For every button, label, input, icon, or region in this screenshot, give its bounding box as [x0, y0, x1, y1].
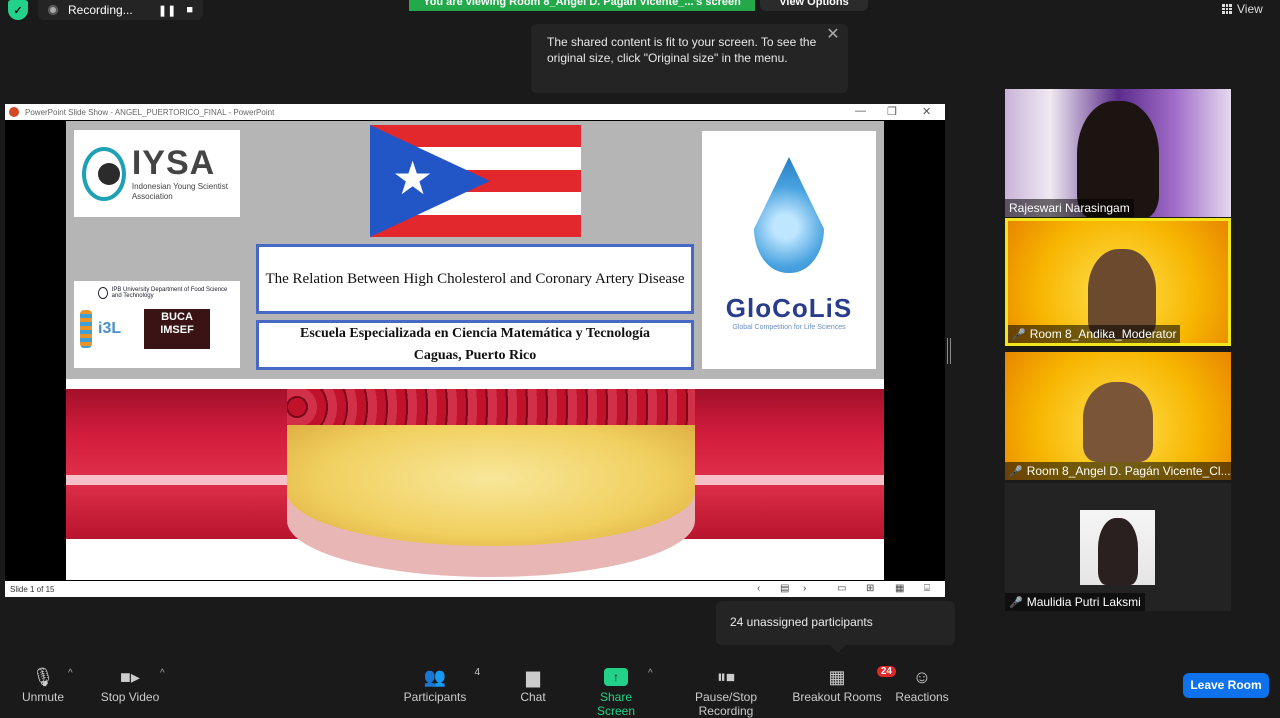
participant-name: Rajeswari Narasingam: [1005, 199, 1134, 217]
recording-indicator: Recording... ❚❚ ■: [38, 0, 203, 20]
participants-count: 4: [474, 667, 480, 678]
video-camera-icon: ■▸: [120, 666, 140, 687]
participant-tile-active-speaker[interactable]: 🎤 Room 8_Andika_Moderator: [1005, 218, 1231, 346]
next-slide-icon[interactable]: ›: [803, 583, 806, 594]
unassigned-participants-popup[interactable]: 24 unassigned participants: [716, 601, 955, 653]
stop-video-label: Stop Video: [100, 690, 160, 704]
participant-video: [1083, 382, 1153, 462]
recording-dot-icon: [48, 5, 58, 15]
tooltip-text: The shared content is fit to your screen…: [547, 35, 817, 65]
pause-stop-icon: ⏸⏹: [717, 666, 735, 687]
close-icon[interactable]: ✕: [825, 27, 841, 44]
share-options-chevron-icon[interactable]: ^: [648, 668, 653, 679]
unassigned-text: 24 unassigned participants: [730, 615, 873, 629]
glocolis-logo: GloCoLiS Global Competition for Life Sci…: [702, 131, 876, 369]
chat-button[interactable]: ▆ Chat: [515, 664, 551, 705]
pause-recording-icon[interactable]: ❚❚: [158, 4, 176, 17]
view-label: View: [1237, 2, 1263, 16]
normal-view-icon[interactable]: ▭: [837, 583, 846, 594]
participant-tile[interactable]: 🎤 Room 8_Angel D. Pagán Vicente_Cl...: [1005, 352, 1231, 480]
smiley-plus-icon: ☺: [912, 666, 932, 687]
slide-menu-icon[interactable]: ▤: [780, 583, 789, 594]
iysa-title: IYSA: [131, 143, 216, 182]
previous-slide-icon[interactable]: ‹: [757, 583, 760, 594]
participants-button[interactable]: 👥 4 Participants: [402, 664, 480, 705]
slide-title: The Relation Between High Cholesterol an…: [256, 244, 694, 314]
ipb-seal-icon: [98, 287, 108, 299]
unmute-label: Unmute: [21, 690, 65, 704]
stop-recording-icon[interactable]: ■: [186, 4, 193, 16]
panel-resize-handle[interactable]: [947, 338, 951, 364]
restore-icon[interactable]: ❐: [887, 105, 897, 118]
profile-photo: [1080, 510, 1155, 585]
reading-view-icon[interactable]: ▦: [895, 583, 904, 594]
unmute-button[interactable]: 🎙 Unmute: [18, 664, 68, 705]
muted-mic-icon: 🎤: [1012, 328, 1026, 341]
school-name: Escuela Especializada en Ciencia Matemát…: [300, 326, 650, 341]
participants-label: Participants: [403, 690, 467, 704]
partner-logos: IPB University Department of Food Scienc…: [74, 281, 240, 368]
artery-illustration: [66, 379, 884, 580]
chat-bubble-icon: ▆: [526, 666, 540, 687]
muted-mic-icon: 🎤: [1009, 465, 1023, 478]
muted-mic-icon: 🎤: [1009, 596, 1023, 609]
star-icon: ★: [392, 152, 434, 204]
powerpoint-icon: [9, 107, 19, 117]
school-location: Caguas, Puerto Rico: [413, 348, 537, 363]
buca-logo: BUCA IMSEF: [144, 309, 210, 349]
shared-screen: PowerPoint Slide Show - ANGEL_PUERTORICO…: [5, 104, 945, 597]
breakout-rooms-label: Breakout Rooms: [792, 690, 882, 704]
iysa-logo: IYSA Indonesian Young Scientist Associat…: [74, 130, 240, 217]
window-title: PowerPoint Slide Show - ANGEL_PUERTORICO…: [25, 107, 275, 117]
participant-tile[interactable]: Rajeswari Narasingam: [1005, 89, 1231, 217]
participant-name: 🎤 Maulidia Putri Laksmi: [1005, 593, 1145, 611]
glocolis-subtitle: Global Competition for Life Sciences: [732, 324, 846, 331]
minimize-icon[interactable]: —: [855, 105, 866, 117]
breakout-rooms-icon: ▦ 24: [792, 664, 896, 690]
slideshow-statusbar: Slide 1 of 15 ‹ ▤ › ▭ ⊞ ▦ ⌸: [5, 581, 945, 597]
puerto-rico-flag: ★: [370, 125, 581, 237]
security-shield-icon[interactable]: ✓: [8, 0, 28, 20]
dna-icon: [80, 310, 92, 348]
atom-icon: [82, 146, 126, 201]
gallery-grid-icon: [1222, 4, 1232, 14]
leave-room-button[interactable]: Leave Room: [1183, 673, 1269, 698]
slideshow-icon[interactable]: ⌸: [924, 583, 930, 594]
view-options-button[interactable]: View Options: [760, 0, 868, 11]
blood-cells-illustration: [287, 389, 695, 425]
participant-tile[interactable]: 🎤 Maulidia Putri Laksmi: [1005, 483, 1231, 611]
ipb-text: IPB University Department of Food Scienc…: [111, 287, 228, 299]
participants-icon: 👥 4: [423, 666, 480, 687]
participant-name: 🎤 Room 8_Angel D. Pagán Vicente_Cl...: [1005, 462, 1231, 480]
reactions-label: Reactions: [895, 690, 949, 704]
viewing-screen-banner: You are viewing Room 8_Angel D. Pagán Vi…: [409, 0, 755, 11]
iysa-subtitle: Indonesian Young Scientist Association: [131, 181, 228, 201]
slide-sorter-icon[interactable]: ⊞: [866, 583, 874, 594]
fit-screen-tooltip: The shared content is fit to your screen…: [531, 24, 848, 93]
i3l-logo: i3L: [98, 320, 122, 337]
share-screen-icon: ↑: [580, 664, 652, 690]
reactions-button[interactable]: ☺ Reactions: [894, 664, 950, 705]
muted-microphone-icon: 🎙: [31, 666, 55, 687]
breakout-rooms-button[interactable]: ▦ 24 Breakout Rooms: [792, 664, 896, 704]
water-drop-icon: [754, 157, 824, 273]
glocolis-name: GloCoLiS: [725, 293, 853, 323]
school-info: Escuela Especializada en Ciencia Matemát…: [256, 320, 694, 370]
share-screen-label: Share Screen: [596, 690, 636, 718]
powerpoint-titlebar: PowerPoint Slide Show - ANGEL_PUERTORICO…: [5, 104, 945, 120]
video-options-chevron-icon[interactable]: ^: [160, 668, 165, 679]
view-button[interactable]: View: [1222, 0, 1272, 18]
chat-label: Chat: [520, 690, 546, 704]
slide-counter: Slide 1 of 15: [10, 584, 55, 594]
slide-canvas: IYSA Indonesian Young Scientist Associat…: [66, 121, 884, 580]
window-close-icon[interactable]: ✕: [922, 105, 931, 118]
plaque-illustration: [287, 411, 695, 546]
audio-options-chevron-icon[interactable]: ^: [68, 668, 73, 679]
pause-stop-recording-label: Pause/Stop Recording: [694, 690, 758, 718]
stop-video-button[interactable]: ■▸ Stop Video: [98, 664, 162, 705]
recording-label: Recording...: [68, 3, 133, 17]
participant-name: 🎤 Room 8_Andika_Moderator: [1008, 325, 1181, 343]
